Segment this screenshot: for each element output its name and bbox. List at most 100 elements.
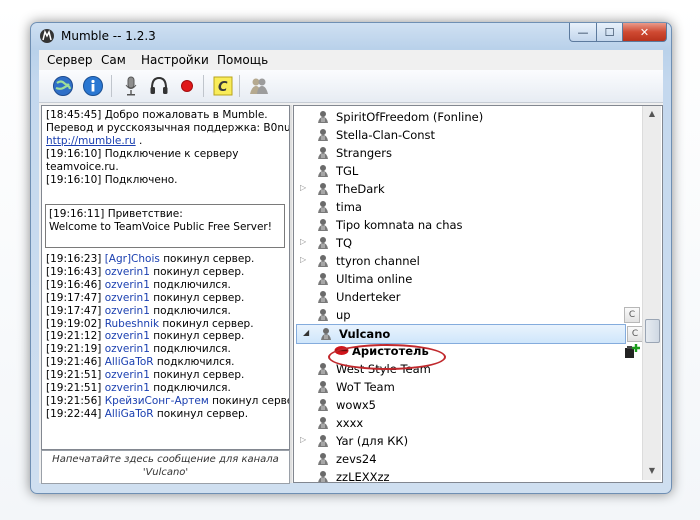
channel-name: SpiritOfFreedom (Fonline) bbox=[336, 110, 484, 124]
channel-icon bbox=[316, 164, 330, 178]
toolbar-separator bbox=[203, 75, 204, 97]
log-line: [19:16:10] Подключение к серверу bbox=[46, 148, 239, 160]
channel-row[interactable]: ▷ ttyron channel bbox=[294, 252, 642, 270]
event-user[interactable]: КрейзиСонг-Артем bbox=[105, 395, 209, 407]
users-icon[interactable] bbox=[247, 74, 271, 98]
vertical-scrollbar[interactable]: ▲ ▼ bbox=[642, 106, 661, 480]
scroll-thumb[interactable] bbox=[645, 319, 660, 343]
log-line: [18:45:45] Добро пожаловать в Mumble. bbox=[46, 109, 268, 121]
event-user[interactable]: ozverin1 bbox=[105, 382, 150, 394]
channel-comment-icon[interactable]: C bbox=[627, 326, 643, 342]
channel-row[interactable]: ▷ TheDark bbox=[294, 180, 642, 198]
menu-server[interactable]: Сервер bbox=[47, 53, 92, 67]
expand-arrow-icon[interactable]: ▷ bbox=[300, 255, 306, 264]
menu-help[interactable]: Помощь bbox=[217, 53, 268, 67]
channel-row[interactable]: West Style Team bbox=[294, 360, 642, 378]
chat-log[interactable]: [18:45:45] Добро пожаловать в Mumble. Пе… bbox=[41, 105, 290, 450]
maximize-button[interactable]: ☐ bbox=[597, 23, 623, 42]
collapse-arrow-icon[interactable]: ◢ bbox=[303, 328, 309, 337]
channel-name: tima bbox=[336, 200, 362, 214]
menu-settings[interactable]: Настройки bbox=[141, 53, 209, 67]
channel-row[interactable]: ▷ TQ bbox=[294, 234, 642, 252]
channel-row[interactable]: ◢ Vulcano C bbox=[296, 324, 643, 344]
channel-name: Ultima online bbox=[336, 272, 413, 286]
channel-name: Underteker bbox=[336, 290, 401, 304]
expand-arrow-icon[interactable]: ▷ bbox=[300, 237, 306, 246]
channel-row[interactable]: zzLEXXzz bbox=[294, 468, 642, 482]
channel-row[interactable]: xxxx bbox=[294, 414, 642, 432]
channel-row[interactable]: Stella-Clan-Const bbox=[294, 126, 642, 144]
log-event: [19:16:43] ozverin1 покинул сервер. bbox=[46, 266, 244, 279]
log-event: [19:21:56] КрейзиСонг-Артем покинул серв… bbox=[46, 395, 289, 408]
log-event: [19:21:46] AlliGaToR подключился. bbox=[46, 356, 235, 369]
event-time: [19:17:47] bbox=[46, 304, 102, 317]
channel-tree[interactable]: SpiritOfFreedom (Fonline) Stella-Clan-Con… bbox=[293, 105, 663, 483]
message-input[interactable]: Напечатайте здесь сообщение для канала '… bbox=[41, 450, 290, 484]
log-event: [19:22:44] AlliGaToR покинул сервер. bbox=[46, 408, 248, 421]
channel-comment-icon[interactable]: C bbox=[624, 307, 640, 323]
user-row[interactable]: Аристотель bbox=[294, 342, 642, 360]
channel-name: wowx5 bbox=[336, 398, 376, 412]
channel-icon bbox=[316, 416, 330, 430]
event-user[interactable]: ozverin1 bbox=[105, 330, 150, 342]
microphone-icon[interactable] bbox=[119, 74, 143, 98]
channel-row[interactable]: zevs24 bbox=[294, 450, 642, 468]
connect-globe-icon[interactable] bbox=[51, 74, 75, 98]
comment-c-icon[interactable]: C bbox=[211, 74, 235, 98]
event-user[interactable]: ozverin1 bbox=[105, 266, 150, 278]
title-bar[interactable]: Mumble -- 1.2.3 — ☐ ✕ bbox=[31, 23, 671, 49]
expand-arrow-icon[interactable]: ▷ bbox=[300, 183, 306, 192]
channel-icon bbox=[316, 254, 330, 268]
channel-name: Strangers bbox=[336, 146, 392, 160]
event-text: покинул сервер. bbox=[149, 265, 245, 278]
headphones-icon[interactable] bbox=[147, 74, 171, 98]
log-event: [19:16:46] ozverin1 подключился. bbox=[46, 279, 231, 292]
log-event: [19:17:47] ozverin1 подключился. bbox=[46, 305, 231, 318]
log-event: [19:21:51] ozverin1 подключился. bbox=[46, 382, 231, 395]
channel-row[interactable]: ▷ Yar (для КК) bbox=[294, 432, 642, 450]
close-button[interactable]: ✕ bbox=[623, 23, 667, 42]
mumble-link[interactable]: http://mumble.ru bbox=[46, 135, 136, 147]
client-area: [18:45:45] Добро пожаловать в Mumble. Пе… bbox=[39, 103, 663, 484]
event-text: покинул сервер. bbox=[149, 330, 245, 343]
channel-row[interactable]: Strangers bbox=[294, 144, 642, 162]
svg-text:C: C bbox=[218, 80, 228, 95]
pane-splitter[interactable] bbox=[290, 105, 292, 483]
event-text: подключился. bbox=[153, 356, 235, 369]
channel-row[interactable]: tima bbox=[294, 198, 642, 216]
event-time: [19:16:46] bbox=[46, 278, 102, 291]
channel-name: up bbox=[336, 308, 351, 322]
event-text: покинул сервер. bbox=[149, 291, 245, 304]
channel-row[interactable]: Tipo komnata na chas bbox=[294, 216, 642, 234]
event-user[interactable]: ozverin1 bbox=[105, 279, 150, 291]
channel-row[interactable]: WoT Team bbox=[294, 378, 642, 396]
greeting-line: Welcome to TeamVoice Public Free Server! bbox=[49, 221, 272, 233]
event-user[interactable]: AlliGaToR bbox=[105, 408, 154, 420]
event-user[interactable]: ozverin1 bbox=[105, 369, 150, 381]
event-user[interactable]: ozverin1 bbox=[105, 305, 150, 317]
greeting-box: [19:16:11] Приветствие: Welcome to TeamV… bbox=[45, 204, 285, 248]
scroll-up-icon[interactable]: ▲ bbox=[644, 106, 660, 122]
event-user[interactable]: Rubeshnik bbox=[105, 318, 159, 330]
scroll-down-icon[interactable]: ▼ bbox=[644, 463, 660, 479]
minimize-button[interactable]: — bbox=[569, 23, 597, 42]
event-user[interactable]: [Agr]Chois bbox=[105, 253, 160, 265]
expand-arrow-icon[interactable]: ▷ bbox=[300, 435, 306, 444]
channel-icon bbox=[316, 470, 330, 482]
channel-row[interactable]: up C bbox=[294, 306, 642, 324]
channel-row[interactable]: SpiritOfFreedom (Fonline) bbox=[294, 108, 642, 126]
info-icon[interactable] bbox=[81, 74, 105, 98]
channel-row[interactable]: Ultima online bbox=[294, 270, 642, 288]
event-user[interactable]: ozverin1 bbox=[105, 343, 150, 355]
record-icon[interactable] bbox=[175, 74, 199, 98]
channel-icon bbox=[316, 272, 330, 286]
menu-self[interactable]: Сам bbox=[101, 53, 126, 67]
event-user[interactable]: AlliGaToR bbox=[105, 356, 154, 368]
channel-row[interactable]: TGL bbox=[294, 162, 642, 180]
event-user[interactable]: ozverin1 bbox=[105, 292, 150, 304]
channel-icon bbox=[316, 308, 330, 322]
channel-row[interactable]: Underteker bbox=[294, 288, 642, 306]
event-time: [19:21:19] bbox=[46, 343, 102, 356]
channel-icon bbox=[316, 290, 330, 304]
channel-row[interactable]: wowx5 bbox=[294, 396, 642, 414]
